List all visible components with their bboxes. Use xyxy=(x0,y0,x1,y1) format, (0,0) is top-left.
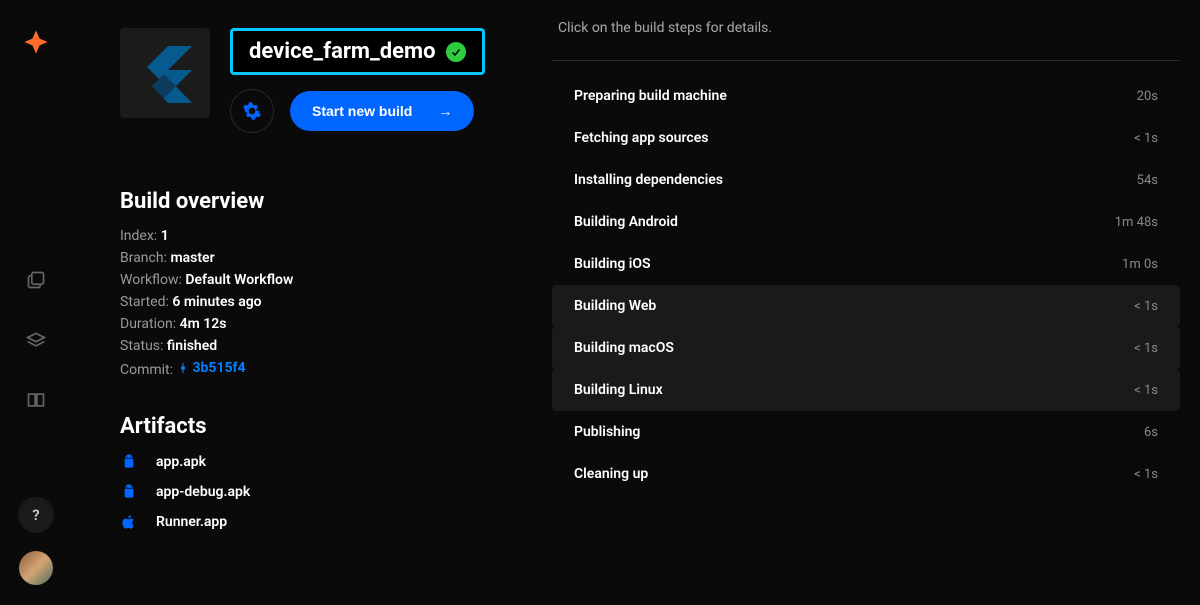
right-column: Click on the build steps for details. Pr… xyxy=(532,0,1180,605)
android-icon xyxy=(120,453,138,471)
apple-icon xyxy=(120,513,138,531)
meta-commit: Commit: 3b515f4 xyxy=(120,360,532,378)
step-name: Preparing build machine xyxy=(574,88,727,104)
commit-link[interactable]: 3b515f4 xyxy=(177,360,246,376)
build-step[interactable]: Building macOS < 1s xyxy=(552,327,1180,369)
step-time: 1m 0s xyxy=(1122,257,1158,272)
app-title: device_farm_demo xyxy=(249,39,436,64)
step-time: 6s xyxy=(1144,425,1158,440)
layers-icon[interactable] xyxy=(26,330,46,354)
steps-hint: Click on the build steps for details. xyxy=(552,20,1180,60)
step-name: Building iOS xyxy=(574,256,651,272)
step-time: 20s xyxy=(1137,89,1158,104)
arrow-right-icon: → xyxy=(438,103,452,119)
artifact-item[interactable]: app.apk xyxy=(120,453,532,471)
artifact-list: app.apk app-debug.apk Runner.app xyxy=(120,453,532,531)
artifact-name: Runner.app xyxy=(156,514,227,530)
build-step[interactable]: Building Android 1m 48s xyxy=(552,201,1180,243)
success-icon xyxy=(446,42,466,62)
meta-duration: Duration: 4m 12s xyxy=(120,316,532,332)
step-name: Building Android xyxy=(574,214,678,230)
artifact-name: app-debug.apk xyxy=(156,484,250,500)
artifacts-title: Artifacts xyxy=(120,414,532,439)
divider xyxy=(552,60,1180,61)
app-title-pill: device_farm_demo xyxy=(230,28,485,75)
main-content: device_farm_demo Start new build → Build xyxy=(72,0,1200,605)
android-icon xyxy=(120,483,138,501)
step-time: < 1s xyxy=(1134,299,1158,314)
app-header: device_farm_demo Start new build → xyxy=(120,28,532,133)
build-step[interactable]: Cleaning up < 1s xyxy=(552,453,1180,495)
start-build-button[interactable]: Start new build → xyxy=(290,91,474,131)
overview-title: Build overview xyxy=(120,189,532,214)
overview-meta: Index: 1 Branch: master Workflow: Defaul… xyxy=(120,228,532,378)
action-row: Start new build → xyxy=(230,89,532,133)
build-step[interactable]: Fetching app sources < 1s xyxy=(552,117,1180,159)
help-button[interactable]: ? xyxy=(18,497,54,533)
build-step[interactable]: Building Web < 1s xyxy=(552,285,1180,327)
flutter-icon xyxy=(120,28,210,118)
meta-started: Started: 6 minutes ago xyxy=(120,294,532,310)
step-time: 1m 48s xyxy=(1115,215,1158,230)
step-name: Installing dependencies xyxy=(574,172,723,188)
step-name: Cleaning up xyxy=(574,466,648,482)
build-step[interactable]: Building Linux < 1s xyxy=(552,369,1180,411)
step-name: Publishing xyxy=(574,424,640,440)
build-step[interactable]: Preparing build machine 20s xyxy=(552,75,1180,117)
step-name: Building Web xyxy=(574,298,656,314)
avatar[interactable] xyxy=(19,551,53,585)
step-time: < 1s xyxy=(1134,383,1158,398)
title-area: device_farm_demo Start new build → xyxy=(230,28,532,133)
left-column: device_farm_demo Start new build → Build xyxy=(72,0,532,605)
meta-index: Index: 1 xyxy=(120,228,532,244)
meta-branch: Branch: master xyxy=(120,250,532,266)
commit-icon xyxy=(177,362,189,374)
sidebar-nav xyxy=(26,270,46,414)
settings-button[interactable] xyxy=(230,89,274,133)
artifact-name: app.apk xyxy=(156,454,206,470)
step-name: Building macOS xyxy=(574,340,674,356)
logo-icon[interactable] xyxy=(22,28,50,60)
step-name: Building Linux xyxy=(574,382,663,398)
meta-workflow: Workflow: Default Workflow xyxy=(120,272,532,288)
artifact-item[interactable]: app-debug.apk xyxy=(120,483,532,501)
step-list: Preparing build machine 20s Fetching app s… xyxy=(552,75,1180,495)
billing-icon[interactable] xyxy=(26,390,46,414)
artifact-item[interactable]: Runner.app xyxy=(120,513,532,531)
meta-status: Status: finished xyxy=(120,338,532,354)
sidebar-bottom: ? xyxy=(18,497,54,585)
start-build-label: Start new build xyxy=(312,103,412,119)
sidebar: ? xyxy=(0,0,72,605)
step-time: 54s xyxy=(1137,173,1158,188)
step-time: < 1s xyxy=(1134,341,1158,356)
build-step[interactable]: Installing dependencies 54s xyxy=(552,159,1180,201)
step-time: < 1s xyxy=(1134,467,1158,482)
build-step[interactable]: Publishing 6s xyxy=(552,411,1180,453)
folders-icon[interactable] xyxy=(26,270,46,294)
step-time: < 1s xyxy=(1134,131,1158,146)
step-name: Fetching app sources xyxy=(574,130,708,146)
build-step[interactable]: Building iOS 1m 0s xyxy=(552,243,1180,285)
